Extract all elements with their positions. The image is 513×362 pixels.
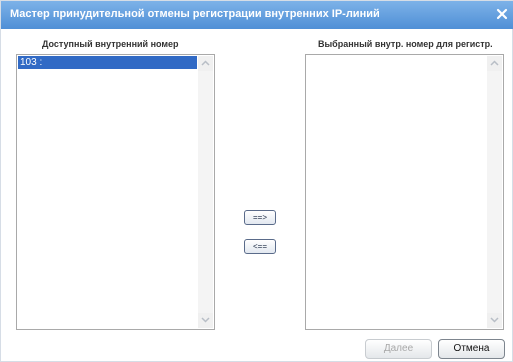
- selected-list-label: Выбранный внутр. номер для регистр.: [318, 39, 493, 49]
- chevron-up-icon: [490, 60, 499, 66]
- scroll-up-button[interactable]: [198, 56, 213, 71]
- add-to-selected-button[interactable]: ==>: [244, 210, 276, 225]
- available-extensions-list[interactable]: 103 :: [16, 54, 215, 330]
- list-item[interactable]: 103 :: [18, 56, 197, 69]
- available-list-label: Доступный внутренний номер: [42, 39, 179, 49]
- scroll-down-button[interactable]: [198, 313, 213, 328]
- available-list-items: 103 :: [18, 56, 197, 328]
- chevron-down-icon: [490, 317, 499, 323]
- deregistration-wizard-dialog: Мастер принудительной отмены регистрации…: [0, 0, 513, 362]
- dialog-title: Мастер принудительной отмены регистрации…: [10, 8, 380, 20]
- scroll-down-button[interactable]: [487, 313, 502, 328]
- available-list-scrollbar[interactable]: [198, 56, 213, 328]
- cancel-button[interactable]: Отмена: [438, 339, 505, 359]
- chevron-down-icon: [201, 317, 210, 323]
- selected-list-items: [307, 56, 486, 328]
- scroll-up-button[interactable]: [487, 56, 502, 71]
- next-button[interactable]: Далее: [365, 339, 432, 359]
- selected-list-scrollbar[interactable]: [487, 56, 502, 328]
- chevron-up-icon: [201, 60, 210, 66]
- selected-extensions-list[interactable]: [305, 54, 504, 330]
- dialog-titlebar: Мастер принудительной отмены регистрации…: [1, 1, 513, 29]
- close-icon[interactable]: [495, 7, 509, 21]
- remove-from-selected-button[interactable]: <==: [244, 239, 276, 254]
